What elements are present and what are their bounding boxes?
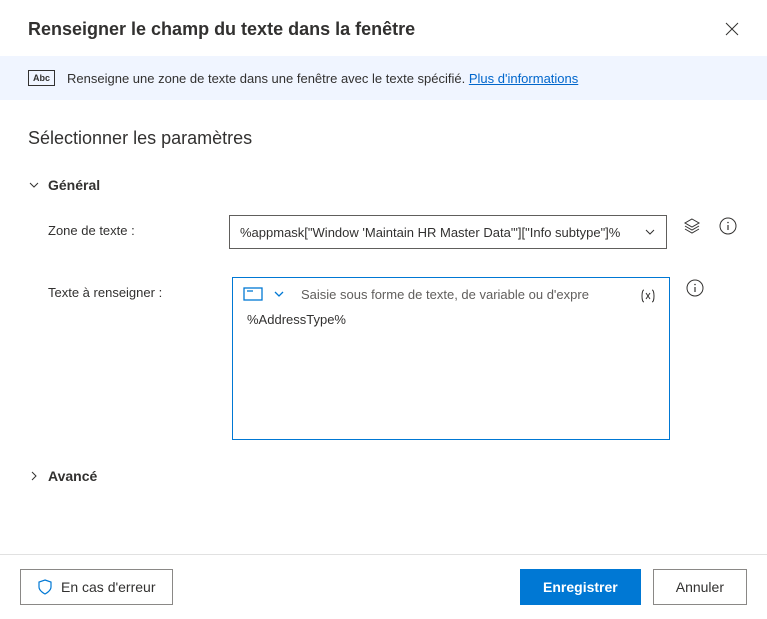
input-mode-icon — [243, 287, 263, 301]
save-button[interactable]: Enregistrer — [520, 569, 641, 605]
info-button[interactable] — [717, 215, 739, 237]
text-box-field[interactable]: %appmask["Window 'Maintain HR Master Dat… — [229, 215, 667, 249]
info-icon — [719, 217, 737, 235]
shield-icon — [37, 579, 53, 595]
section-title: Sélectionner les paramètres — [28, 128, 739, 149]
insert-variable-button[interactable] — [637, 286, 659, 306]
chevron-down-icon — [273, 288, 285, 300]
variable-icon — [639, 288, 657, 304]
info-banner: Abc Renseigne une zone de texte dans une… — [0, 56, 767, 100]
close-icon — [725, 22, 739, 36]
on-error-button[interactable]: En cas d'erreur — [20, 569, 173, 605]
text-box-label: Zone de texte : — [48, 215, 229, 238]
on-error-label: En cas d'erreur — [61, 579, 156, 595]
text-to-fill-value: %AddressType% — [233, 306, 669, 333]
cancel-button[interactable]: Annuler — [653, 569, 747, 605]
dialog-title: Renseigner le champ du texte dans la fen… — [28, 19, 415, 40]
ui-element-picker-button[interactable] — [681, 215, 703, 237]
chevron-right-icon — [28, 470, 40, 482]
advanced-section-toggle[interactable]: Avancé — [28, 468, 739, 484]
input-mode-dropdown[interactable] — [271, 286, 287, 302]
text-to-fill-field[interactable]: Saisie sous forme de texte, de variable … — [232, 277, 670, 440]
general-section-toggle[interactable]: Général — [28, 177, 739, 193]
text-box-value: %appmask["Window 'Maintain HR Master Dat… — [240, 225, 620, 240]
advanced-section-label: Avancé — [48, 468, 97, 484]
abc-icon: Abc — [28, 70, 55, 86]
close-button[interactable] — [721, 18, 743, 40]
chevron-down-icon — [644, 226, 656, 238]
layers-icon — [683, 217, 701, 235]
info-icon — [686, 279, 704, 297]
text-to-fill-placeholder: Saisie sous forme de texte, de variable … — [301, 287, 589, 302]
info-banner-text: Renseigne une zone de texte dans une fen… — [67, 71, 578, 86]
general-section-label: Général — [48, 177, 100, 193]
chevron-down-icon — [28, 179, 40, 191]
info-button[interactable] — [684, 277, 706, 299]
more-info-link[interactable]: Plus d'informations — [469, 71, 578, 86]
text-to-fill-label: Texte à renseigner : — [48, 277, 232, 300]
